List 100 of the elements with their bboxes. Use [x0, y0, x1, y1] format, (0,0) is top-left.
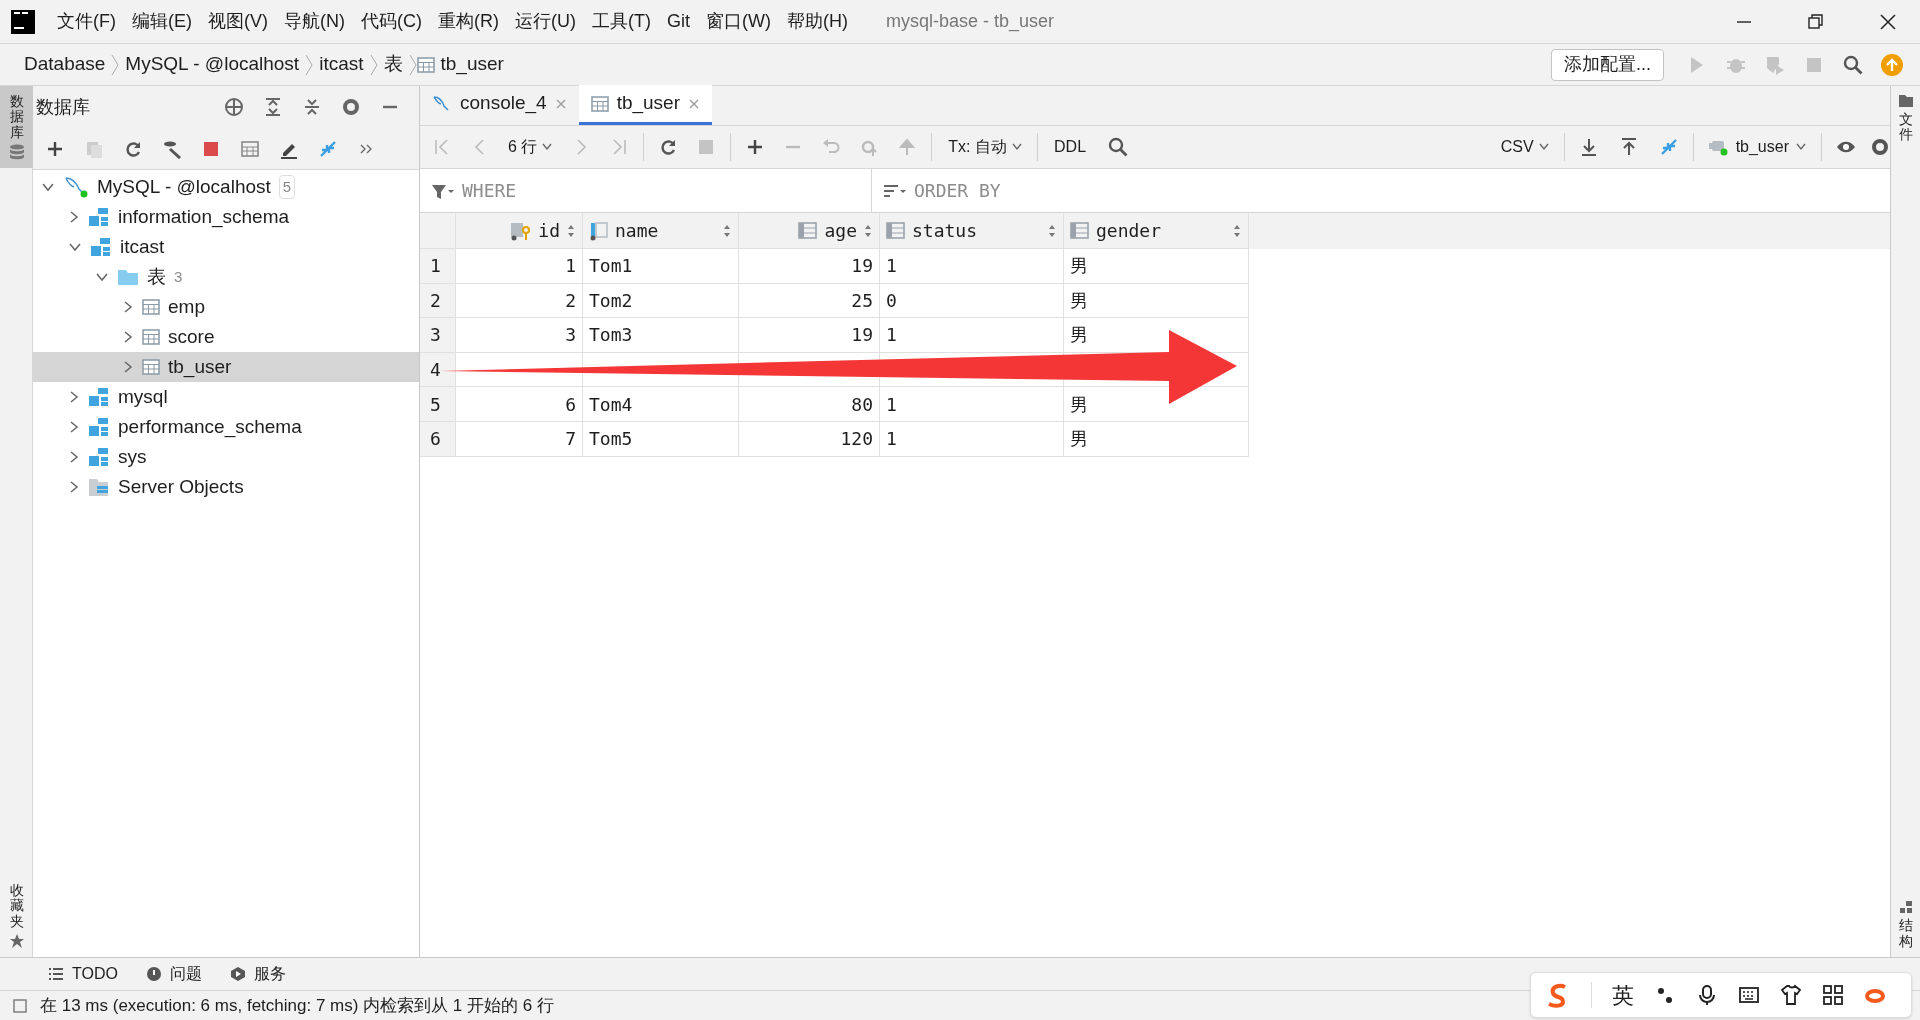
- tree-item[interactable]: score: [33, 322, 419, 352]
- schema-icon: [88, 207, 110, 227]
- format-dropdown[interactable]: CSV: [1500, 135, 1550, 159]
- search-icon[interactable]: [1842, 53, 1864, 76]
- sort-icon[interactable]: [566, 223, 576, 238]
- expand-all-icon[interactable]: [263, 97, 283, 117]
- column-header[interactable]: status: [880, 213, 1064, 249]
- row-number: 6: [420, 421, 456, 457]
- menu-item[interactable]: 帮助(H): [778, 8, 856, 35]
- collapse-all-icon[interactable]: [302, 97, 322, 117]
- tree-item[interactable]: information_schema: [33, 202, 419, 232]
- tree-item[interactable]: sys: [33, 442, 419, 472]
- folder-icon: [1897, 94, 1914, 108]
- sort-icon[interactable]: [1232, 223, 1242, 238]
- menu-item[interactable]: Git: [658, 8, 698, 35]
- table-cell: 男: [1064, 249, 1249, 284]
- sort-icon[interactable]: [1047, 223, 1057, 238]
- add-configuration-button[interactable]: 添加配置...: [1551, 48, 1664, 81]
- menu-item[interactable]: 文件(F): [49, 8, 124, 35]
- dolphin-icon: [63, 175, 89, 199]
- editor-tab[interactable]: console_4: [420, 85, 579, 125]
- shirt-icon[interactable]: [1780, 984, 1802, 1006]
- chevron-right-icon[interactable]: [68, 390, 80, 404]
- keyboard-icon[interactable]: [1738, 984, 1760, 1006]
- services-icon: [229, 966, 246, 982]
- search-icon[interactable]: [1108, 137, 1129, 157]
- table-cell: 男: [1064, 283, 1249, 319]
- ddl-button[interactable]: DDL: [1054, 135, 1087, 159]
- separator-icon: [111, 52, 120, 77]
- menu-item[interactable]: 视图(V): [200, 8, 276, 35]
- compare-icon[interactable]: [318, 138, 338, 159]
- table-cell: Tom2: [583, 283, 739, 319]
- count-label: 5: [278, 174, 296, 200]
- tree-item[interactable]: Server Objects: [33, 472, 419, 502]
- chevron-right-icon[interactable]: [122, 330, 134, 344]
- tree-item[interactable]: performance_schema: [33, 412, 419, 442]
- column-header[interactable]: id: [456, 213, 583, 249]
- breadcrumb-item[interactable]: 表: [377, 50, 409, 79]
- chevron-right-icon[interactable]: [122, 360, 134, 374]
- chevron-down-icon[interactable]: [95, 271, 109, 283]
- star-icon: [8, 933, 25, 949]
- menu-item[interactable]: 工具(T): [584, 8, 659, 35]
- menu-item[interactable]: 代码(C): [353, 8, 430, 35]
- row-number: 2: [420, 283, 456, 319]
- list-icon: [48, 966, 64, 982]
- schema-icon: [90, 237, 112, 257]
- where-filter-field[interactable]: WHERE: [462, 170, 871, 211]
- column-header[interactable]: age: [739, 213, 880, 249]
- panel-toggle-icon[interactable]: [12, 997, 28, 1014]
- breadcrumb-item[interactable]: Database: [18, 50, 112, 79]
- count-label: 3: [174, 266, 183, 287]
- table-cell: 19: [739, 318, 880, 353]
- chevron-right-icon[interactable]: [68, 450, 80, 464]
- tree-item[interactable]: MySQL - @localhost 5: [33, 172, 419, 202]
- menu-item[interactable]: 编辑(E): [124, 8, 200, 35]
- data-source-dropdown[interactable]: tb_user: [1707, 135, 1807, 159]
- tool-window-tab[interactable]: 数据库: [0, 86, 33, 169]
- menu-item[interactable]: 运行(U): [507, 8, 584, 35]
- tool-window-tab[interactable]: 结构: [1898, 900, 1913, 949]
- chevron-right-icon[interactable]: [68, 480, 80, 494]
- schema-icon: [88, 387, 110, 407]
- sort-icon[interactable]: [863, 223, 873, 238]
- chevron-down-icon[interactable]: [41, 181, 55, 193]
- menu-item[interactable]: 窗口(W): [698, 8, 779, 35]
- table-icon[interactable]: [240, 138, 260, 159]
- menu-item[interactable]: 重构(R): [430, 8, 507, 35]
- table-cell: 1: [880, 318, 1064, 353]
- row-count-dropdown[interactable]: 6 行: [508, 135, 554, 159]
- tree-item[interactable]: mysql: [33, 382, 419, 412]
- tree-item[interactable]: emp: [33, 292, 419, 322]
- editor-tab[interactable]: tb_user: [578, 85, 712, 125]
- transaction-mode-dropdown[interactable]: Tx: 自动: [948, 135, 1023, 159]
- restore-icon[interactable]: [1806, 11, 1826, 32]
- tool-window-tab[interactable]: 服务: [229, 962, 286, 986]
- tool-window-tab[interactable]: 文件: [1897, 94, 1914, 143]
- row-number: 5: [420, 387, 456, 422]
- column-header[interactable]: gender: [1064, 213, 1249, 249]
- menu-item[interactable]: 导航(N): [276, 8, 353, 35]
- structure-icon: [1898, 900, 1913, 915]
- breadcrumb-item[interactable]: MySQL - @localhost: [119, 50, 306, 79]
- tool-window-tab[interactable]: 问题: [145, 962, 202, 986]
- tool-window-tab[interactable]: TODO: [48, 962, 118, 986]
- close-icon[interactable]: [1878, 11, 1898, 32]
- crosshair-icon[interactable]: [224, 97, 244, 117]
- column-header[interactable]: name: [583, 213, 739, 249]
- chevron-right-icon[interactable]: [68, 420, 80, 434]
- chevron-right-icon[interactable]: [122, 300, 134, 314]
- tree-item[interactable]: itcast: [33, 232, 419, 262]
- breadcrumb-item[interactable]: itcast: [313, 50, 370, 79]
- sort-icon[interactable]: [722, 223, 732, 238]
- tree-item[interactable]: 表 3: [33, 262, 419, 292]
- tree-item[interactable]: tb_user: [33, 352, 419, 382]
- grid-icon[interactable]: [1822, 984, 1844, 1006]
- breadcrumb-item[interactable]: tb_user: [434, 50, 510, 79]
- tool-window-tab[interactable]: 收藏夹: [0, 874, 33, 957]
- chevron-right-icon[interactable]: [68, 210, 80, 224]
- table-cell: 3: [456, 318, 583, 353]
- microphone-icon[interactable]: [1696, 984, 1718, 1006]
- language-toggle[interactable]: 英: [1612, 978, 1634, 1012]
- chevron-down-icon[interactable]: [68, 241, 82, 253]
